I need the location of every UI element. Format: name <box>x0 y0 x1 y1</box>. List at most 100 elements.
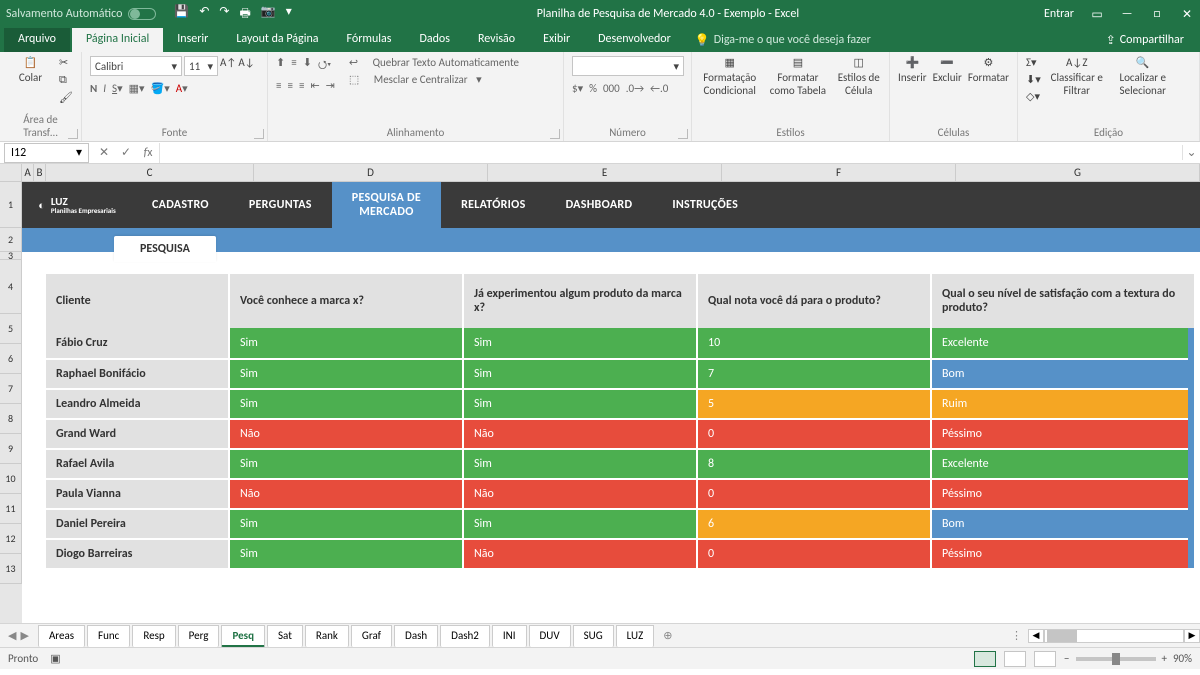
currency-icon[interactable]: $▾ <box>572 82 583 95</box>
minimize-icon[interactable]: — <box>1120 7 1134 21</box>
tab-formulas[interactable]: Fórmulas <box>333 28 406 52</box>
cut-icon[interactable]: ✂ <box>59 56 73 69</box>
hscroll-thumb[interactable] <box>1047 630 1077 642</box>
col-e[interactable]: E <box>488 164 722 181</box>
cell-q1[interactable]: Sim <box>230 538 464 568</box>
col-a[interactable]: A <box>22 164 34 181</box>
save-icon[interactable]: 💾 <box>174 4 189 25</box>
cell-cliente[interactable]: Daniel Pereira <box>46 508 230 538</box>
expand-formula-icon[interactable]: ⌄ <box>1182 145 1200 160</box>
autosum-icon[interactable]: Σ▾ <box>1026 56 1041 69</box>
format-painter-icon[interactable]: 🖌 <box>59 91 73 104</box>
row-header[interactable]: 3 <box>0 252 22 260</box>
thousands-icon[interactable]: 000 <box>603 82 620 95</box>
row-header[interactable]: 11 <box>0 494 22 524</box>
sort-filter-button[interactable]: A↓ZClassificar e Filtrar <box>1047 56 1107 97</box>
sheet-tab[interactable]: Rank <box>305 625 349 647</box>
cell-q2[interactable]: Não <box>464 418 698 448</box>
zoom-out-icon[interactable]: − <box>1064 652 1069 665</box>
cell-cliente[interactable]: Fábio Cruz <box>46 328 230 358</box>
tab-split-icon[interactable]: ⋮ <box>1011 629 1022 642</box>
nav-item[interactable]: RELATÓRIOS <box>441 182 546 228</box>
inc-decimal-icon[interactable]: .0→ <box>626 82 644 95</box>
view-page-layout-icon[interactable] <box>1004 651 1026 667</box>
cell-q2[interactable]: Sim <box>464 508 698 538</box>
view-page-break-icon[interactable] <box>1034 651 1056 667</box>
percent-icon[interactable]: % <box>589 82 597 95</box>
tell-me[interactable]: 💡 Diga-me o que você deseja fazer <box>695 28 871 52</box>
col-g[interactable]: G <box>956 164 1200 181</box>
zoom-thumb[interactable] <box>1112 653 1120 665</box>
cell-cliente[interactable]: Grand Ward <box>46 418 230 448</box>
cell-q3[interactable]: 0 <box>698 478 932 508</box>
grid[interactable]: ◐ LUZPlanilhas Empresariais CADASTROPERG… <box>22 182 1200 623</box>
select-all-corner[interactable] <box>0 164 22 181</box>
hscroll-track[interactable] <box>1044 629 1184 643</box>
autosave-toggle[interactable]: Salvamento Automático <box>6 7 156 21</box>
macro-record-icon[interactable]: ▣ <box>50 652 60 665</box>
col-b[interactable]: B <box>34 164 46 181</box>
cell-q1[interactable]: Não <box>230 418 464 448</box>
cell-q1[interactable]: Sim <box>230 328 464 358</box>
sheet-tab[interactable]: Func <box>87 625 130 647</box>
shrink-font-icon[interactable]: A↓ <box>238 56 254 76</box>
print-icon[interactable]: 🖶 <box>239 4 250 25</box>
row-header[interactable]: 8 <box>0 404 22 434</box>
col-f[interactable]: F <box>722 164 956 181</box>
redo-icon[interactable]: ↷ <box>219 4 229 25</box>
cell-q4[interactable]: Péssimo <box>932 478 1188 508</box>
font-launcher-icon[interactable] <box>254 129 264 139</box>
share-button[interactable]: ⇪ Compartilhar <box>1094 28 1196 52</box>
paste-button[interactable]: 📋 Colar <box>8 56 53 84</box>
tab-insert[interactable]: Inserir <box>163 28 222 52</box>
sheet-tab[interactable]: Perg <box>178 625 220 647</box>
cell-q4[interactable]: Bom <box>932 508 1188 538</box>
row-header[interactable]: 1 <box>0 182 22 228</box>
cell-cliente[interactable]: Paula Vianna <box>46 478 230 508</box>
cell-q1[interactable]: Sim <box>230 388 464 418</box>
border-icon[interactable]: ▦▾ <box>129 82 145 95</box>
conditional-format-button[interactable]: ▦Formatação Condicional <box>700 56 759 97</box>
italic-icon[interactable]: I <box>103 82 106 95</box>
tab-file[interactable]: Arquivo <box>4 28 70 52</box>
cell-cliente[interactable]: Diogo Barreiras <box>46 538 230 568</box>
format-cells-button[interactable]: ⚙Formatar <box>968 56 1009 84</box>
underline-icon[interactable]: S▾ <box>112 82 123 95</box>
cell-q3[interactable]: 6 <box>698 508 932 538</box>
cell-q3[interactable]: 0 <box>698 538 932 568</box>
copy-icon[interactable]: ⧉ <box>59 73 73 87</box>
align-middle-icon[interactable]: ≡ <box>291 56 296 75</box>
row-header[interactable]: 9 <box>0 434 22 464</box>
align-top-icon[interactable]: ⬆ <box>276 56 285 75</box>
row-header[interactable]: 10 <box>0 464 22 494</box>
enter-formula-icon[interactable]: ✓ <box>115 145 137 160</box>
wrap-text-button[interactable]: ↩ Quebrar Texto Automaticamente <box>349 56 519 69</box>
nav-item[interactable]: PESQUISA DEMERCADO <box>332 182 441 228</box>
nav-item[interactable]: DASHBOARD <box>546 182 653 228</box>
hscroll-right-icon[interactable]: ▶ <box>1184 629 1200 643</box>
clipboard-launcher-icon[interactable] <box>68 129 78 139</box>
row-header[interactable]: 6 <box>0 344 22 374</box>
font-name-combo[interactable]: Calibri▾ <box>90 56 182 76</box>
signin-button[interactable]: Entrar <box>1044 7 1074 21</box>
cell-q3[interactable]: 8 <box>698 448 932 478</box>
font-color-icon[interactable]: A▾ <box>176 82 188 95</box>
grow-font-icon[interactable]: A↑ <box>220 56 236 76</box>
align-center-icon[interactable]: ≡ <box>287 79 292 92</box>
row-header[interactable]: 12 <box>0 524 22 554</box>
name-box[interactable]: I12 ▾ <box>4 143 89 163</box>
cell-q2[interactable]: Não <box>464 478 698 508</box>
cancel-formula-icon[interactable]: ✕ <box>93 145 115 160</box>
cell-q4[interactable]: Bom <box>932 358 1188 388</box>
cell-styles-button[interactable]: ◫Estilos de Célula <box>836 56 881 97</box>
maximize-icon[interactable]: □ <box>1150 7 1164 21</box>
nav-item[interactable]: CADASTRO <box>132 182 229 228</box>
nav-item[interactable]: PERGUNTAS <box>229 182 332 228</box>
close-icon[interactable]: ✕ <box>1180 7 1194 22</box>
sheet-nav-next-icon[interactable]: ▶ <box>20 629 28 642</box>
cell-q1[interactable]: Não <box>230 478 464 508</box>
undo-icon[interactable]: ↶ <box>199 4 209 25</box>
tab-layout[interactable]: Layout da Página <box>222 28 332 52</box>
alignment-launcher-icon[interactable] <box>550 129 560 139</box>
align-bottom-icon[interactable]: ⬇ <box>303 56 312 75</box>
